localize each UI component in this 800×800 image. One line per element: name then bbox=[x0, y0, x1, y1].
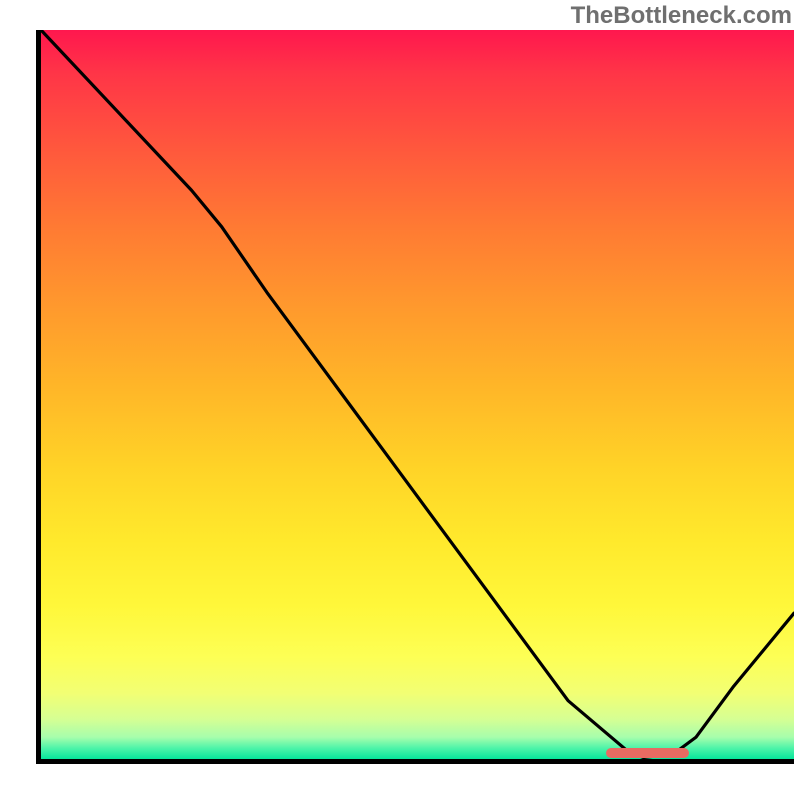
optimal-zone-marker bbox=[606, 748, 689, 758]
bottleneck-curve-path bbox=[41, 30, 794, 758]
bottleneck-curve-svg bbox=[41, 30, 794, 759]
chart-frame: TheBottleneck.com bbox=[0, 0, 800, 800]
plot-area bbox=[36, 30, 794, 764]
watermark-text: TheBottleneck.com bbox=[571, 2, 792, 30]
